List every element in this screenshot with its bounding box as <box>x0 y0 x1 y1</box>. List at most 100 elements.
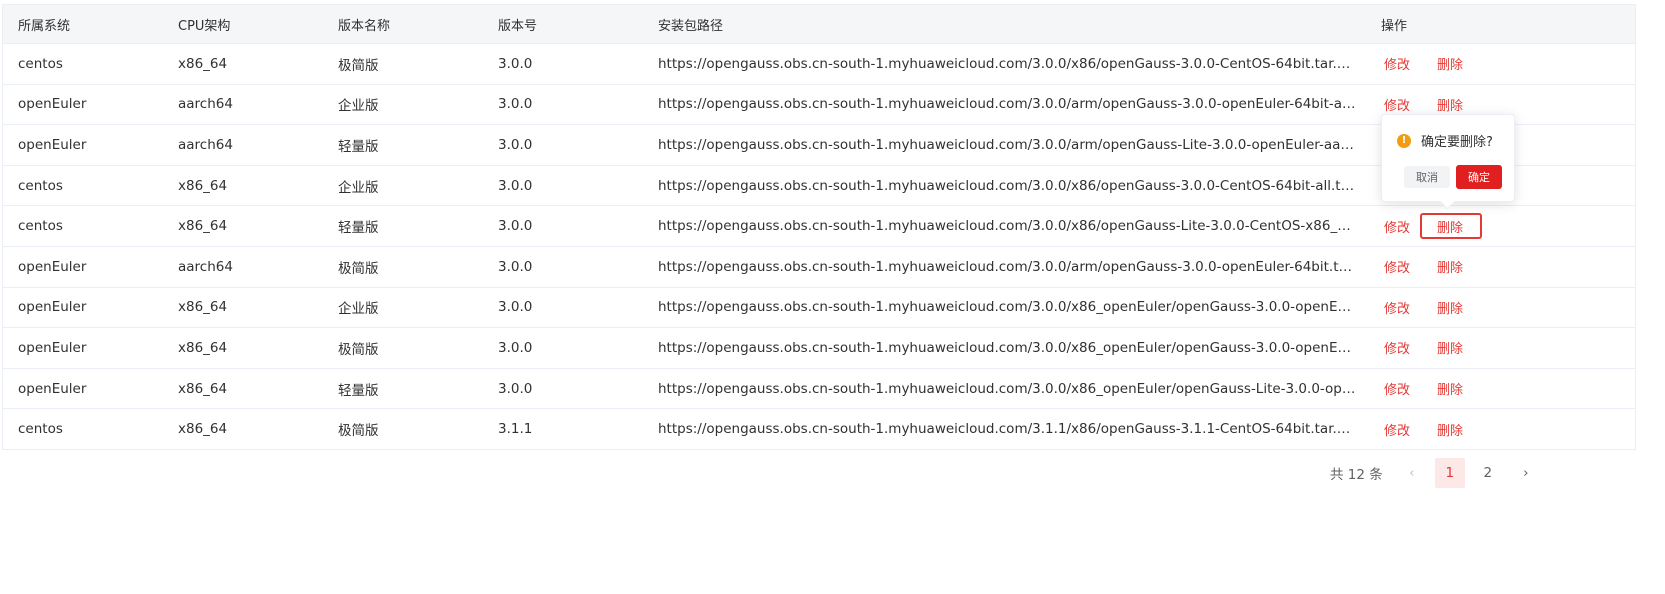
prev-page-icon[interactable]: ‹ <box>1397 458 1427 488</box>
delete-button[interactable]: 删除 <box>1437 54 1463 73</box>
page-button-2[interactable]: 2 <box>1473 458 1503 488</box>
page-button-1[interactable]: 1 <box>1434 458 1465 488</box>
header-os: 所属系统 <box>18 18 71 34</box>
table-row: centos x86_64 极简版 3.0.0 https://opengauss.ob… <box>3 44 1635 85</box>
scrollbar[interactable] <box>1657 0 1665 594</box>
cell-url: https://opengauss.obs.cn-south-1.myhuawe… <box>658 369 1356 409</box>
edit-button[interactable]: 修改 <box>1384 257 1410 276</box>
cell-ops: 修改 删除 <box>1381 247 1621 287</box>
url-text: https://opengauss.obs.cn-south-1.myhuawe… <box>658 339 1356 356</box>
popconfirm-cancel-button[interactable]: 取消 <box>1404 166 1450 188</box>
cell-version: 3.0.0 <box>498 136 533 153</box>
cell-ops: 修改 删除 <box>1381 44 1621 84</box>
edit-button[interactable]: 修改 <box>1384 420 1410 439</box>
url-text: https://opengauss.obs.cn-south-1.myhuawe… <box>658 299 1356 316</box>
cell-cpu: aarch64 <box>178 136 233 153</box>
cell-os: centos <box>18 55 63 72</box>
popconfirm-confirm-button[interactable]: 确定 <box>1456 165 1502 189</box>
cell-ops: 修改 删除 <box>1381 288 1621 328</box>
page: 所属系统 CPU架构 版本名称 版本号 安装包路径 操作 centos x86_6… <box>0 0 1665 594</box>
cell-cpu: x86_64 <box>178 421 228 438</box>
delete-button-focused-outline <box>1420 213 1482 240</box>
cell-os: centos <box>18 421 63 438</box>
url-text: https://opengauss.obs.cn-south-1.myhuawe… <box>658 380 1356 397</box>
cell-ops: 修改 删除 <box>1381 206 1621 246</box>
cell-version: 3.0.0 <box>498 380 533 397</box>
cell-url: https://opengauss.obs.cn-south-1.myhuawe… <box>658 85 1356 125</box>
popconfirm-text: 确定要删除? <box>1421 135 1493 150</box>
cell-edition: 轻量版 <box>338 138 379 155</box>
table-row: openEuler aarch64 极简版 3.0.0 https://opengaus… <box>3 246 1635 288</box>
edit-button[interactable]: 修改 <box>1384 298 1410 317</box>
cell-version: 3.0.0 <box>498 218 533 235</box>
cell-cpu: x86_64 <box>178 299 228 316</box>
cell-version: 3.0.0 <box>498 55 533 72</box>
cell-version: 3.0.0 <box>498 299 533 316</box>
delete-button[interactable]: 删除 <box>1437 257 1463 276</box>
package-table: 所属系统 CPU架构 版本名称 版本号 安装包路径 操作 centos x86_6… <box>2 4 1636 450</box>
table-row: centos x86_64 轻量版 3.0.0 https://opengauss.ob… <box>3 206 1635 247</box>
header-edition: 版本名称 <box>338 18 391 34</box>
cell-os: centos <box>18 218 63 235</box>
table-row: openEuler x86_64 企业版 3.0.0 https://opengauss… <box>3 287 1635 329</box>
cell-edition: 极简版 <box>338 260 379 277</box>
url-text: https://opengauss.obs.cn-south-1.myhuawe… <box>658 55 1356 72</box>
delete-button[interactable]: 删除 <box>1437 95 1463 114</box>
header-url: 安装包路径 <box>658 18 724 34</box>
cell-edition: 企业版 <box>338 301 379 318</box>
cell-cpu: aarch64 <box>178 96 233 113</box>
edit-button[interactable]: 修改 <box>1384 217 1410 236</box>
cell-os: openEuler <box>18 299 87 316</box>
cell-edition: 企业版 <box>338 179 379 196</box>
cell-cpu: x86_64 <box>178 380 228 397</box>
cell-url: https://opengauss.obs.cn-south-1.myhuawe… <box>658 409 1356 449</box>
cell-cpu: x86_64 <box>178 218 228 235</box>
edit-button[interactable]: 修改 <box>1384 379 1410 398</box>
pagination-total: 共 12 条 <box>1330 467 1383 483</box>
cell-edition: 极简版 <box>338 341 379 358</box>
cell-os: openEuler <box>18 380 87 397</box>
pagination: 共 12 条 ‹ 1 2 › <box>1330 458 1549 488</box>
cell-edition: 极简版 <box>338 57 379 74</box>
delete-button[interactable]: 删除 <box>1437 298 1463 317</box>
cell-os: openEuler <box>18 136 87 153</box>
table-row: openEuler x86_64 极简版 3.0.0 https://opengauss… <box>3 328 1635 369</box>
delete-button[interactable]: 删除 <box>1437 379 1463 398</box>
cell-os: openEuler <box>18 258 87 275</box>
cell-cpu: aarch64 <box>178 258 233 275</box>
cell-ops: 修改 删除 <box>1381 328 1621 368</box>
table-row: centos x86_64 极简版 3.1.1 https://opengauss.ob… <box>3 409 1635 450</box>
cell-edition: 轻量版 <box>338 382 379 399</box>
header-version: 版本号 <box>498 18 538 34</box>
cell-version: 3.0.0 <box>498 339 533 356</box>
cell-cpu: x86_64 <box>178 339 228 356</box>
edit-button[interactable]: 修改 <box>1384 338 1410 357</box>
warning-icon: ! <box>1397 133 1411 148</box>
table-body: centos x86_64 极简版 3.0.0 https://opengauss.ob… <box>3 44 1635 450</box>
url-text: https://opengauss.obs.cn-south-1.myhuawe… <box>658 177 1356 194</box>
cell-cpu: x86_64 <box>178 55 228 72</box>
cell-url: https://opengauss.obs.cn-south-1.myhuawe… <box>658 288 1356 328</box>
edit-button[interactable]: 修改 <box>1384 95 1410 114</box>
header-cpu: CPU架构 <box>178 18 231 34</box>
cell-url: https://opengauss.obs.cn-south-1.myhuawe… <box>658 328 1356 368</box>
url-text: https://opengauss.obs.cn-south-1.myhuawe… <box>658 96 1356 113</box>
table-header: 所属系统 CPU架构 版本名称 版本号 安装包路径 操作 <box>3 5 1635 44</box>
url-text: https://opengauss.obs.cn-south-1.myhuawe… <box>658 258 1356 275</box>
popconfirm-message: ! 确定要删除? <box>1397 131 1493 150</box>
edit-button[interactable]: 修改 <box>1384 54 1410 73</box>
header-ops: 操作 <box>1381 18 1408 34</box>
next-page-icon[interactable]: › <box>1511 458 1541 488</box>
cell-version: 3.0.0 <box>498 258 533 275</box>
cell-edition: 企业版 <box>338 98 379 115</box>
cell-url: https://opengauss.obs.cn-south-1.myhuawe… <box>658 166 1356 206</box>
url-text: https://opengauss.obs.cn-south-1.myhuawe… <box>658 218 1356 235</box>
cell-version: 3.0.0 <box>498 177 533 194</box>
cell-url: https://opengauss.obs.cn-south-1.myhuawe… <box>658 44 1356 84</box>
delete-button[interactable]: 删除 <box>1437 420 1463 439</box>
cell-url: https://opengauss.obs.cn-south-1.myhuawe… <box>658 125 1356 165</box>
cell-ops: 修改 删除 <box>1381 369 1621 409</box>
delete-button[interactable]: 删除 <box>1437 338 1463 357</box>
table-row: openEuler x86_64 轻量版 3.0.0 https://opengauss… <box>3 368 1635 410</box>
url-text: https://opengauss.obs.cn-south-1.myhuawe… <box>658 136 1356 153</box>
